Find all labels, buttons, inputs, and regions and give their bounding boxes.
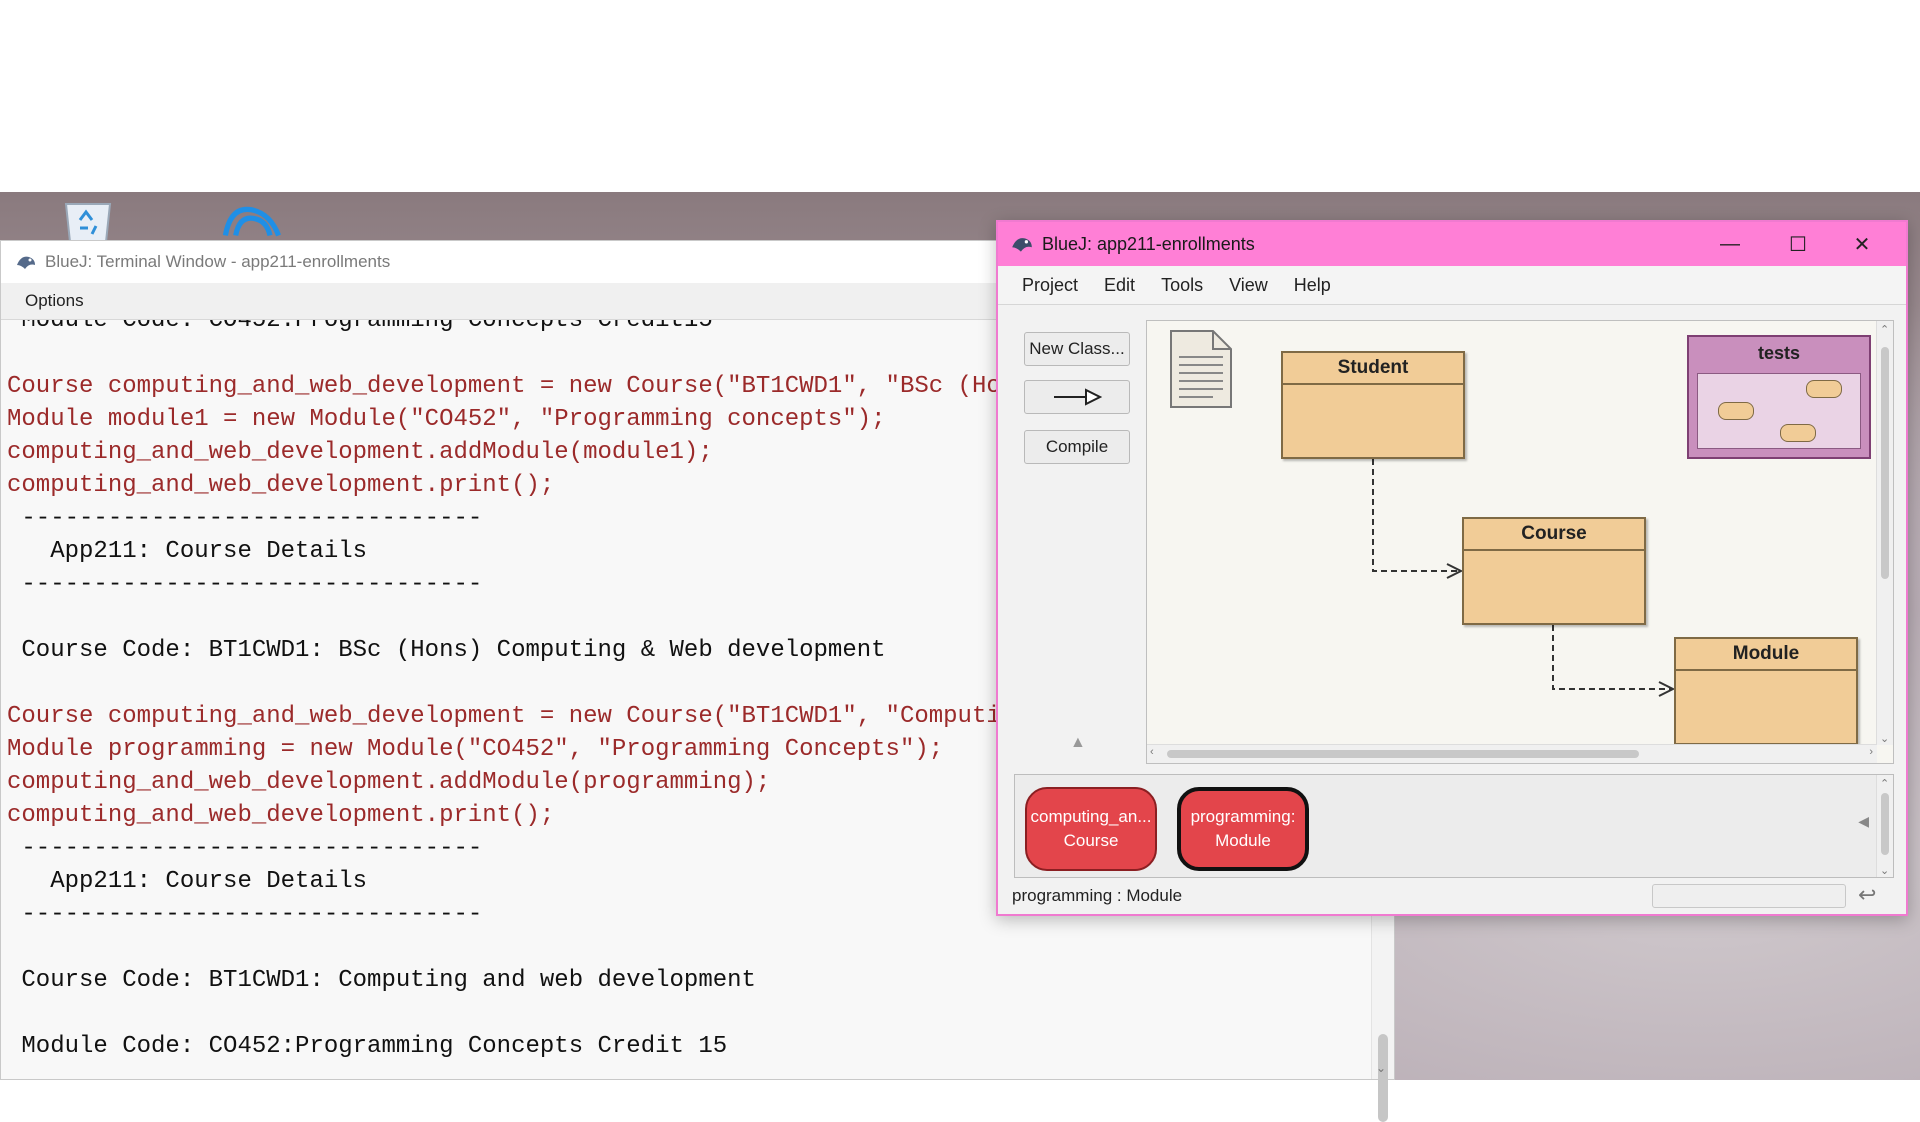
bluej-titlebar[interactable]: BlueJ: app211-enrollments — ☐ ✕ [998,222,1906,266]
class-module-name: Module [1676,639,1856,671]
scroll-up-icon[interactable]: ⌃ [1880,777,1889,790]
minimize-icon[interactable]: — [1702,222,1758,266]
object-name: computing_an... [1030,807,1152,826]
collapse-left-icon[interactable]: ◀ [1858,813,1869,830]
bluej-bird-icon [17,256,35,269]
object-computing-course[interactable]: computing_an... Course [1025,787,1157,871]
bench-scroll-thumb[interactable] [1881,793,1889,855]
object-programming-module[interactable]: programming: Module [1177,787,1309,871]
scroll-left-icon[interactable]: ‹ [1150,746,1154,758]
terminal-scroll-thumb[interactable] [1378,1034,1388,1122]
compile-button[interactable]: Compile [1024,430,1130,464]
terminal-line: App211: Course Details [7,538,368,565]
class-module[interactable]: Module [1674,637,1858,745]
object-type: Course [1063,831,1119,850]
status-text: programming : Module [1012,886,1183,905]
package-class-pill [1780,424,1816,442]
terminal-line: App211: Course Details [7,868,368,895]
status-progress-field [1652,884,1846,908]
terminal-line: Module module1 = new Module("CO452", "Pr… [7,406,886,433]
collapse-up-icon[interactable]: ▲ [1070,734,1086,752]
uses-arrow-button[interactable] [1024,380,1130,414]
recycle-bin-icon[interactable] [58,198,118,242]
class-course-name: Course [1464,519,1644,551]
menu-help[interactable]: Help [1294,275,1331,296]
package-tests[interactable]: tests [1687,335,1871,459]
scroll-down-icon[interactable]: ⌄ [1880,864,1889,877]
menu-options[interactable]: Options [25,291,84,311]
terminal-line: Course computing_and_web_development = n… [7,703,1030,730]
app-shortcut-icon[interactable] [222,198,282,242]
scroll-down-icon[interactable]: ⌄ [1376,1061,1386,1075]
terminal-line: Module Code: CO452:Programming Concepts … [7,1033,728,1060]
close-icon[interactable]: ✕ [1834,222,1890,266]
terminal-line: computing_and_web_development.print(); [7,472,555,499]
terminal-line: computing_and_web_development.addModule(… [7,439,713,466]
diagram-hscroll-thumb[interactable] [1167,750,1639,758]
terminal-line: Course Code: BT1CWD1: BSc (Hons) Computi… [7,637,886,664]
bluej-bird-icon [1012,238,1032,252]
scroll-down-icon[interactable]: ⌄ [1880,732,1889,745]
class-diagram[interactable]: Student Course Module tests ⌃ ⌄ ‹ › [1146,320,1894,764]
terminal-line: -------------------------------- [7,835,483,862]
terminal-line: Module Code: CO452:Programming Concepts … [7,320,713,334]
terminal-line: -------------------------------- [7,901,483,928]
terminal-lines: Module Code: CO452:Programming Concepts … [7,320,1030,1063]
menu-view[interactable]: View [1229,275,1268,296]
object-bench[interactable]: computing_an... Course programming: Modu… [1014,774,1894,878]
readme-document-icon[interactable] [1169,329,1233,409]
menu-edit[interactable]: Edit [1104,275,1135,296]
arrow-right-icon [1054,388,1102,406]
diagram-horizontal-scrollbar[interactable]: ‹ › [1147,744,1877,763]
menu-project[interactable]: Project [1022,275,1078,296]
scroll-right-icon[interactable]: › [1869,746,1873,758]
maximize-icon[interactable]: ☐ [1770,222,1826,266]
class-student-name: Student [1283,353,1463,385]
diagram-vscroll-thumb[interactable] [1881,347,1889,579]
class-course[interactable]: Course [1462,517,1646,625]
bluej-title: BlueJ: app211-enrollments [1042,233,1255,254]
terminal-line: -------------------------------- [7,571,483,598]
diagram-vertical-scrollbar[interactable]: ⌃ ⌄ [1876,321,1893,745]
package-class-pill [1718,402,1754,420]
menu-tools[interactable]: Tools [1161,275,1203,296]
scroll-up-icon[interactable]: ⌃ [1880,323,1889,336]
terminal-line: -------------------------------- [7,505,483,532]
terminal-line: computing_and_web_development.print(); [7,802,555,829]
terminal-line: Course Code: BT1CWD1: Computing and web … [7,967,756,994]
reset-vm-icon[interactable]: ↩ [1858,882,1876,908]
terminal-line: computing_and_web_development.addModule(… [7,769,771,796]
bench-scrollbar[interactable]: ⌃ ⌄ [1876,775,1893,877]
class-student[interactable]: Student [1281,351,1465,459]
terminal-title: BlueJ: Terminal Window - app211-enrollme… [45,252,391,271]
object-name: programming: [1190,807,1296,826]
package-class-pill [1806,380,1842,398]
bluej-main-window: BlueJ: app211-enrollments — ☐ ✕ Project … [996,220,1908,916]
object-type: Module [1215,831,1271,850]
package-tests-name: tests [1757,343,1801,363]
bluej-menubar: Project Edit Tools View Help [998,266,1906,305]
new-class-button[interactable]: New Class... [1024,332,1130,366]
package-tests-contents [1697,373,1861,449]
terminal-line: Module programming = new Module("CO452",… [7,736,944,763]
terminal-line: Course computing_and_web_development = n… [7,373,1030,400]
